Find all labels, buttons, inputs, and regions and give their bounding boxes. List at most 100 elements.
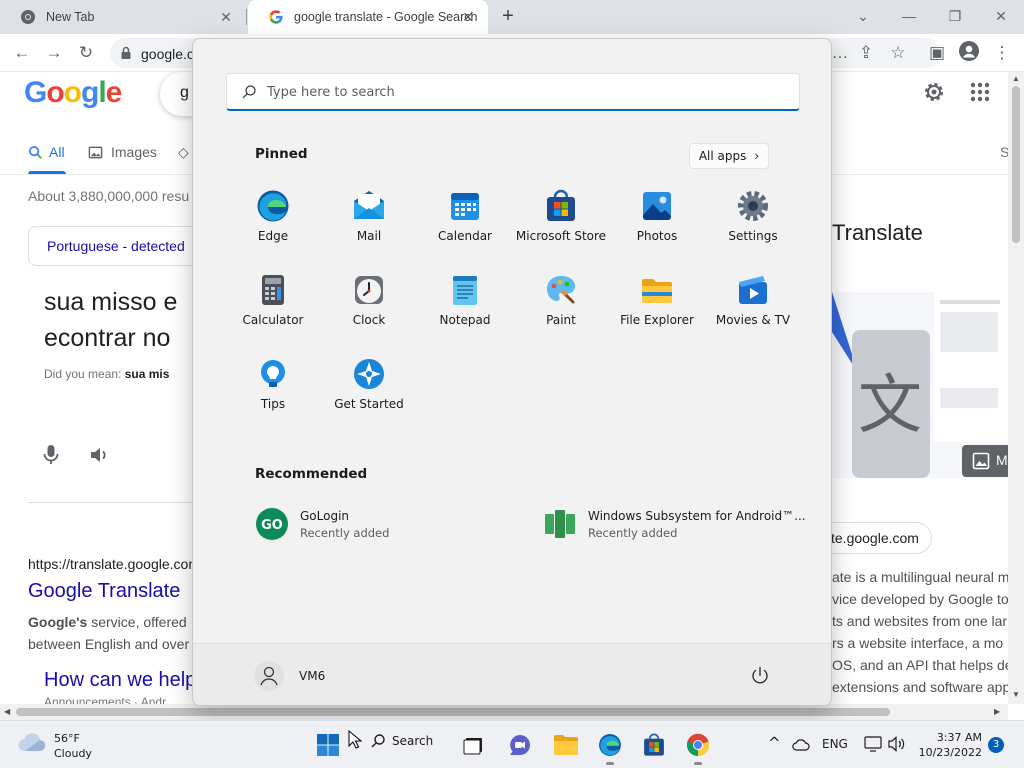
taskbar-clock[interactable]: 3:37 AM 10/23/2022 — [912, 730, 982, 760]
pinned-app-photos[interactable]: Photos — [609, 189, 705, 265]
pinned-app-microsoft-store[interactable]: Microsoft Store — [513, 189, 609, 265]
network-icon[interactable] — [864, 736, 882, 752]
notification-badge[interactable]: 3 — [988, 737, 1004, 753]
calculator-icon — [262, 275, 284, 305]
kebab-menu-icon[interactable]: ⋮ — [990, 41, 1014, 65]
scroll-up-arrow-icon[interactable]: ▲ — [1012, 74, 1020, 83]
close-tab-icon[interactable]: ✕ — [460, 9, 476, 25]
photos-icon — [643, 192, 671, 220]
app-label: Tips — [260, 397, 286, 411]
all-apps-label: All apps — [698, 149, 747, 163]
pinned-app-calculator[interactable]: Calculator — [225, 273, 321, 349]
pinned-app-settings[interactable]: Settings — [705, 189, 801, 265]
source-language-selector[interactable]: Portuguese - detected — [28, 226, 208, 266]
share-icon[interactable]: ⇪ — [854, 41, 878, 65]
pinned-app-file-explorer[interactable]: File Explorer — [609, 273, 705, 349]
horizontal-scroll-thumb[interactable] — [16, 708, 890, 716]
did-you-mean-link[interactable]: sua mis — [125, 367, 170, 381]
forward-arrow-icon[interactable]: → — [42, 41, 66, 65]
all-apps-button[interactable]: All apps › — [689, 143, 769, 169]
file-explorer-taskbar-button[interactable] — [550, 729, 582, 761]
volume-icon[interactable] — [888, 736, 906, 752]
scroll-right-arrow-icon[interactable]: ▶ — [994, 707, 1000, 716]
horizontal-scrollbar[interactable]: ◀ ▶ — [0, 704, 1008, 720]
show-hidden-icons-chevron[interactable]: ^ — [768, 734, 781, 752]
recommended-item-wsa[interactable]: Windows Subsystem for Android™... Recent… — [544, 505, 806, 545]
start-search-input[interactable] — [267, 82, 767, 102]
vertical-scrollbar[interactable]: ▲ ▼ — [1008, 72, 1024, 704]
recommended-item-gologin[interactable]: GO GoLogin Recently added — [256, 505, 496, 545]
side-panel-icon[interactable]: ▣ — [925, 41, 949, 65]
vertical-scroll-thumb[interactable] — [1012, 86, 1020, 243]
url-text: google.c — [141, 46, 194, 62]
result-url[interactable]: https://translate.google.com — [28, 556, 200, 572]
store-taskbar-button[interactable] — [638, 729, 670, 761]
chrome-icon — [686, 733, 710, 757]
cloud-icon — [18, 733, 46, 752]
snippet-rest: service, offered — [87, 614, 187, 630]
settings-gear-icon[interactable] — [922, 80, 946, 104]
scroll-down-arrow-icon[interactable]: ▼ — [1012, 690, 1020, 699]
power-icon[interactable] — [748, 664, 772, 688]
pinned-app-paint[interactable]: Paint — [513, 273, 609, 349]
microphone-icon[interactable] — [42, 444, 60, 466]
app-label: Photos — [636, 229, 678, 243]
pinned-app-clock[interactable]: Clock — [321, 273, 417, 349]
profile-avatar-icon[interactable] — [957, 41, 981, 65]
restore-icon[interactable]: ❐ — [942, 4, 968, 28]
taskbar-search-button[interactable]: Search — [370, 733, 433, 749]
input-language[interactable]: ENG — [822, 737, 848, 751]
google-g-icon — [269, 10, 283, 24]
bookmark-star-icon[interactable]: ☆ — [886, 41, 910, 65]
google-logo[interactable]: Google — [24, 76, 122, 110]
pinned-app-calendar[interactable]: Calendar — [417, 189, 513, 265]
sublink-sub: Announcements · Andr — [44, 695, 167, 704]
tab-new-tab[interactable]: New Tab ✕ — [0, 0, 246, 34]
tab-google-search[interactable]: google translate - Google Search ✕ — [248, 0, 488, 34]
weather-widget[interactable]: 56°F Cloudy — [18, 731, 92, 761]
scroll-left-arrow-icon[interactable]: ◀ — [4, 707, 10, 716]
desc-line: OS, and an API that helps de — [832, 657, 1008, 673]
pinned-app-movies-tv[interactable]: Movies & TV — [705, 273, 801, 349]
taskbar: 56°F Cloudy Search ^ ENG 3:37 AM 10/23/2… — [0, 720, 1024, 768]
close-tab-icon[interactable]: ✕ — [218, 9, 234, 25]
more-images-button[interactable]: M — [962, 445, 1008, 477]
recommended-title: Windows Subsystem for Android™... — [588, 509, 806, 523]
result-title-link[interactable]: Google Translate — [28, 580, 180, 603]
teams-chat-button[interactable] — [504, 729, 536, 761]
chrome-taskbar-button[interactable] — [682, 729, 714, 765]
lock-icon[interactable] — [118, 45, 134, 61]
reload-icon[interactable]: ↻ — [74, 41, 98, 65]
start-button[interactable] — [312, 729, 344, 761]
edge-taskbar-button[interactable] — [594, 729, 626, 765]
pinned-app-notepad[interactable]: Notepad — [417, 273, 513, 349]
taskbar-search-label: Search — [392, 734, 434, 748]
pinned-app-tips[interactable]: Tips — [225, 357, 321, 433]
source-text: sua misso e econtrar no — [44, 288, 178, 352]
pinned-app-mail[interactable]: Mail — [321, 189, 417, 265]
pinned-app-edge[interactable]: Edge — [225, 189, 321, 265]
app-label: Calculator — [242, 313, 304, 327]
tab-images[interactable]: Images — [88, 144, 157, 160]
wsa-icon — [545, 510, 575, 538]
edge-icon — [599, 734, 621, 756]
tab-all[interactable]: All — [28, 144, 65, 160]
speaker-icon[interactable] — [90, 446, 110, 464]
google-apps-grid-icon[interactable] — [970, 82, 990, 102]
tag-icon[interactable]: ◇ — [178, 144, 189, 161]
pinned-app-get-started[interactable]: Get Started — [321, 357, 417, 433]
start-search-box[interactable] — [226, 73, 800, 111]
task-view-button[interactable] — [458, 729, 490, 761]
tab-title: google translate - Google Search — [294, 10, 478, 24]
back-arrow-icon[interactable]: ← — [10, 41, 34, 65]
onedrive-cloud-icon[interactable] — [792, 737, 810, 751]
minimize-icon[interactable]: — — [896, 4, 922, 28]
new-tab-plus-icon[interactable]: + — [498, 6, 518, 27]
user-account-button[interactable]: VM6 — [253, 660, 325, 692]
app-label: File Explorer — [620, 313, 694, 327]
search-icon — [28, 145, 42, 159]
tools-tab-partial[interactable]: S — [1000, 144, 1008, 160]
tab-search-chevron-icon[interactable]: ⌄ — [850, 4, 876, 28]
close-window-icon[interactable]: ✕ — [988, 4, 1014, 28]
sublink-title[interactable]: How can we help — [44, 669, 196, 692]
